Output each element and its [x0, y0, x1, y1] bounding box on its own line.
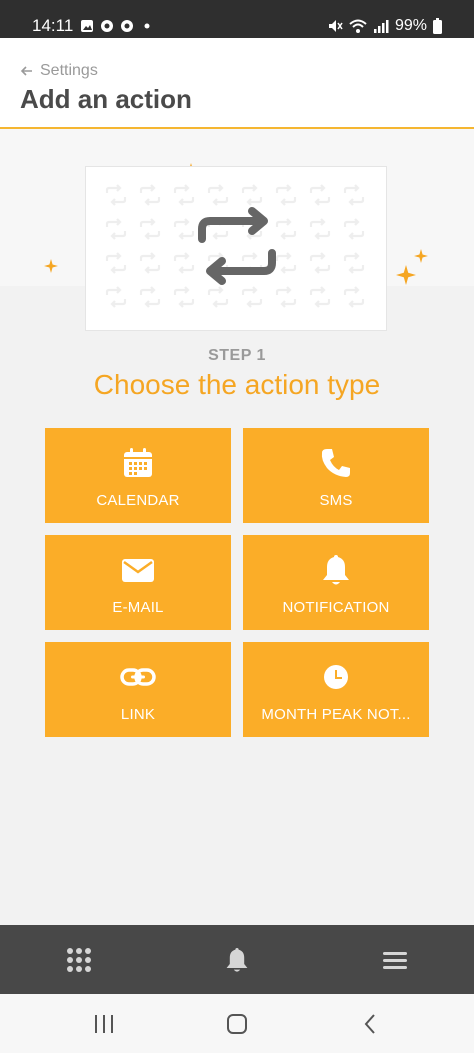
back-arrow-icon — [20, 66, 32, 76]
bell-icon — [323, 555, 349, 585]
image-icon — [81, 20, 93, 32]
battery-icon — [433, 18, 442, 34]
link-icon — [120, 668, 156, 686]
phone-icon — [321, 449, 350, 477]
back-icon — [364, 1014, 375, 1034]
wifi-icon — [349, 19, 367, 33]
action-label: NOTIFICATION — [282, 599, 390, 616]
action-label: SMS — [319, 492, 353, 509]
back-to-settings-link[interactable]: Settings — [20, 62, 98, 80]
system-nav-bar — [0, 994, 474, 1053]
step-title: Choose the action type — [93, 369, 381, 400]
action-label: MONTH PEAK NOT... — [261, 706, 411, 723]
grid-icon — [67, 948, 91, 972]
status-system-icons: 99% — [327, 15, 442, 37]
bottom-nav-bar — [0, 925, 474, 994]
chrome-icon — [121, 20, 133, 32]
action-month-peak-button[interactable]: MONTH PEAK NOT... — [243, 642, 429, 737]
home-button[interactable] — [223, 1010, 251, 1038]
app-header: Settings Add an action — [0, 38, 474, 129]
signal-icon — [373, 20, 389, 33]
battery-percent: 99% — [394, 17, 427, 34]
action-label: E-MAIL — [112, 599, 164, 616]
main-content: STEP 1 Choose the action type CALENDAR S… — [0, 129, 474, 925]
envelope-icon — [122, 559, 154, 582]
page-title: Add an action — [20, 84, 192, 114]
action-notification-button[interactable]: NOTIFICATION — [243, 535, 429, 630]
action-label: LINK — [120, 706, 156, 723]
repeat-icon — [198, 207, 276, 285]
hero-illustration — [85, 166, 387, 331]
nav-grid-button[interactable] — [64, 945, 94, 975]
home-icon — [227, 1014, 247, 1034]
action-sms-button[interactable]: SMS — [243, 428, 429, 523]
action-label: CALENDAR — [96, 492, 180, 509]
status-notification-icons — [80, 18, 154, 34]
action-link-button[interactable]: LINK — [45, 642, 231, 737]
status-time: 14:11 — [32, 16, 74, 35]
sparkle-icon — [414, 249, 428, 263]
status-bar: 14:11 99% — [0, 0, 474, 38]
back-link-label: Settings — [40, 62, 98, 79]
menu-icon — [383, 952, 407, 969]
recents-icon — [95, 1015, 113, 1033]
calendar-icon — [124, 448, 152, 477]
chrome-icon — [101, 20, 113, 32]
system-back-button[interactable] — [356, 1010, 384, 1038]
step-label: STEP 1 — [208, 347, 266, 364]
action-email-button[interactable]: E-MAIL — [45, 535, 231, 630]
nav-menu-button[interactable] — [380, 945, 410, 975]
action-calendar-button[interactable]: CALENDAR — [45, 428, 231, 523]
clock-icon — [324, 665, 348, 689]
sparkle-icon — [396, 265, 416, 285]
mute-icon — [328, 20, 343, 32]
sparkle-icon — [44, 259, 58, 273]
recents-button[interactable] — [90, 1010, 118, 1038]
dot-icon — [144, 23, 150, 29]
bell-icon — [226, 948, 248, 972]
nav-notifications-button[interactable] — [222, 945, 252, 975]
